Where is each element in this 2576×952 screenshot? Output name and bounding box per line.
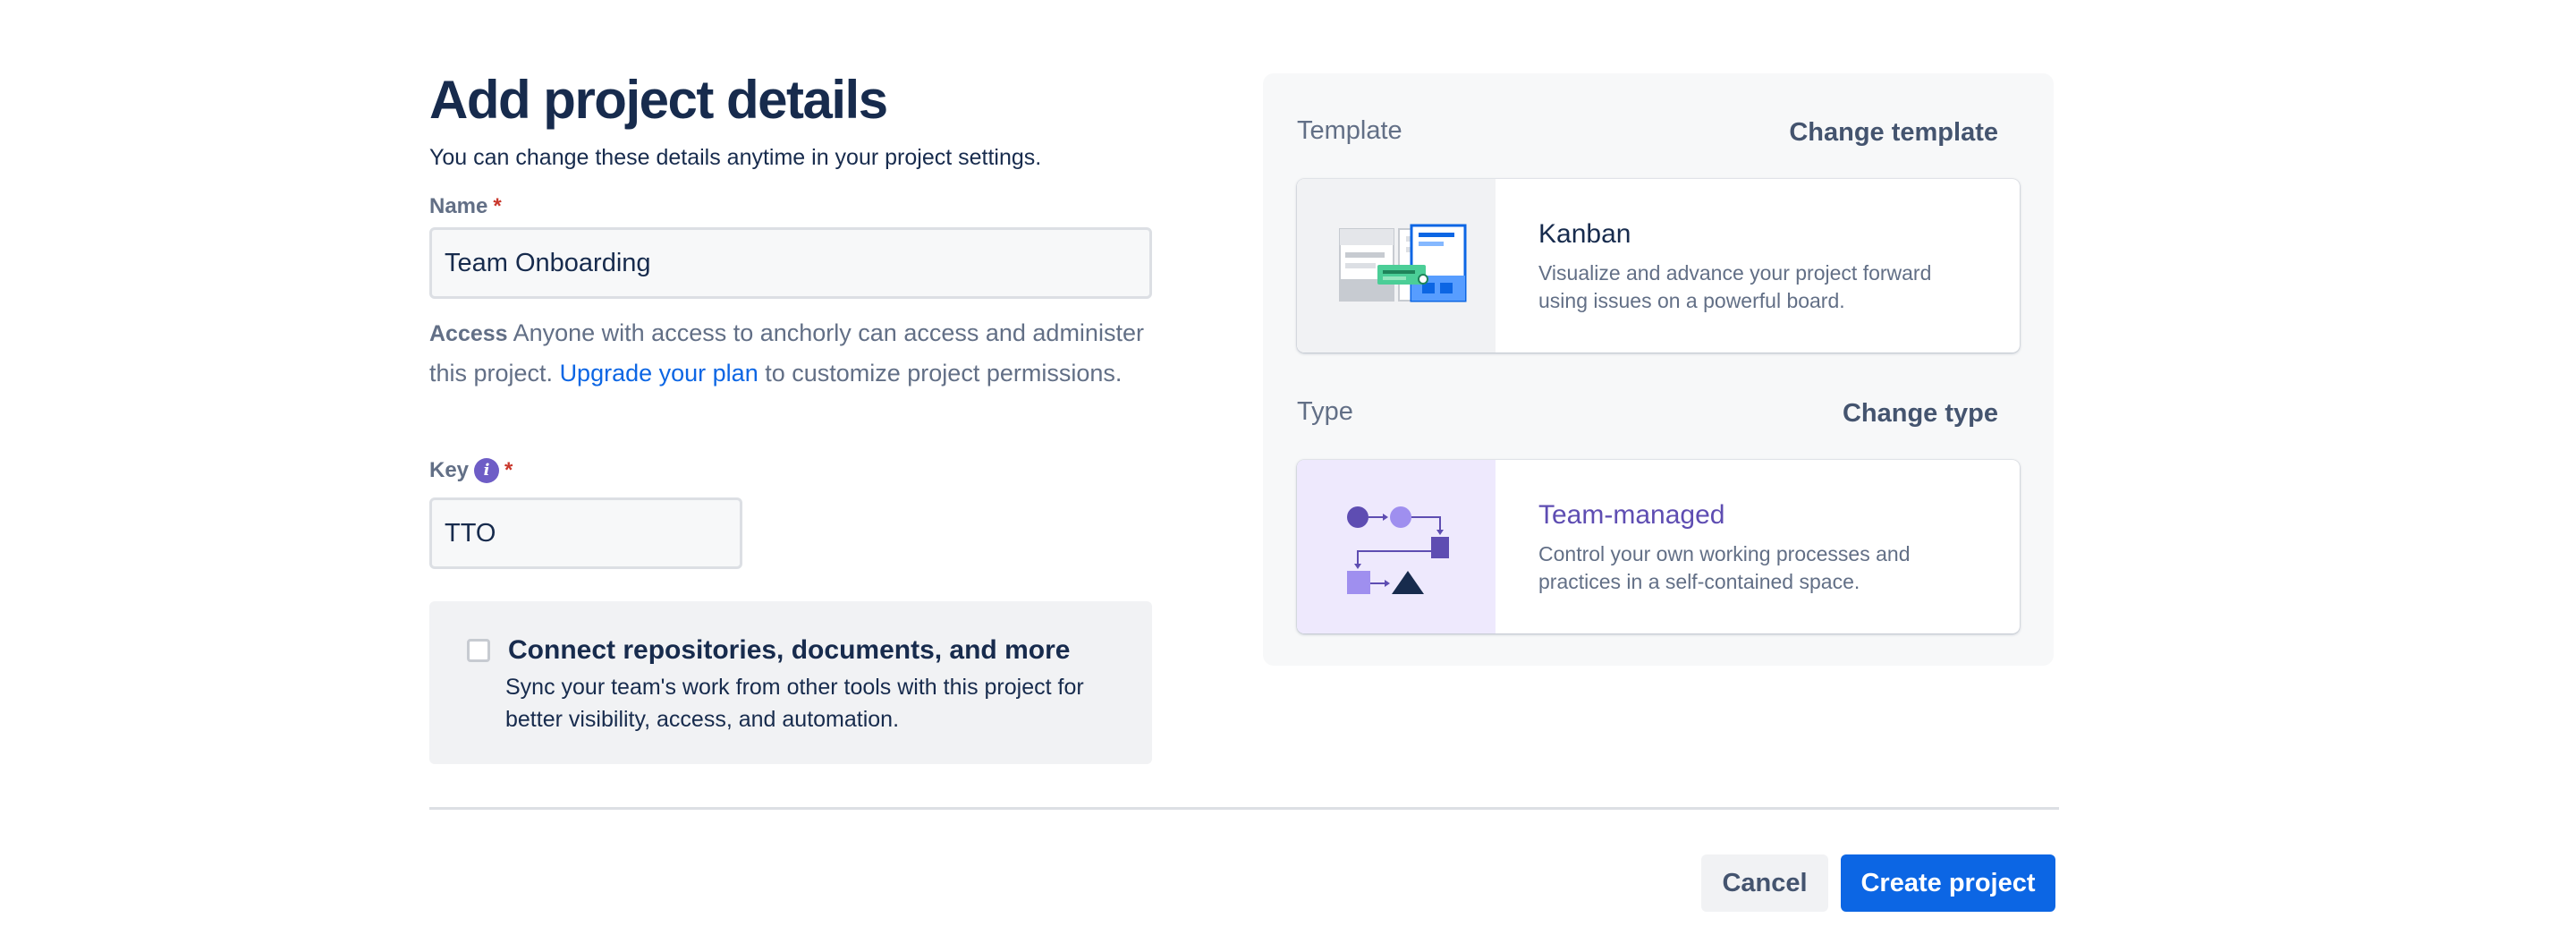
change-template-button[interactable]: Change template bbox=[1789, 116, 1998, 149]
template-name: Kanban bbox=[1538, 219, 1631, 249]
kanban-board-icon bbox=[1339, 224, 1467, 302]
key-label-text: Key bbox=[429, 458, 470, 482]
type-description: Control your own working processes and p… bbox=[1538, 542, 1911, 593]
team-managed-flow-icon bbox=[1347, 506, 1449, 594]
type-name: Team-managed bbox=[1538, 500, 1725, 530]
cancel-button[interactable]: Cancel bbox=[1701, 854, 1828, 912]
access-label: Access bbox=[429, 321, 508, 346]
access-description: Access Anyone with access to anchorly ca… bbox=[429, 313, 1163, 393]
page-subtitle: You can change these details anytime in … bbox=[429, 145, 1042, 170]
name-input[interactable] bbox=[429, 227, 1152, 299]
type-section-label: Type bbox=[1297, 397, 1353, 426]
create-project-button[interactable]: Create project bbox=[1841, 854, 2055, 912]
change-type-button[interactable]: Change type bbox=[1843, 397, 1998, 429]
required-mark: * bbox=[493, 194, 502, 218]
access-text-after: to customize project permissions. bbox=[758, 360, 1123, 387]
template-description: Visualize and advance your project forwa… bbox=[1538, 261, 1932, 312]
key-label: Key i * bbox=[429, 457, 513, 484]
name-label: Name * bbox=[429, 193, 502, 220]
template-card[interactable]: Kanban Visualize and advance your projec… bbox=[1297, 179, 2020, 353]
team-managed-thumbnail bbox=[1297, 460, 1496, 633]
footer-divider bbox=[429, 807, 2059, 810]
upgrade-plan-link[interactable]: Upgrade your plan bbox=[560, 360, 758, 387]
name-label-text: Name bbox=[429, 194, 488, 218]
connect-description: Sync your team's work from other tools w… bbox=[505, 675, 1084, 732]
info-icon[interactable]: i bbox=[474, 458, 500, 483]
connect-title[interactable]: Connect repositories, documents, and mor… bbox=[508, 633, 1070, 667]
page-title: Add project details bbox=[429, 70, 888, 130]
connect-panel: Connect repositories, documents, and mor… bbox=[429, 601, 1152, 764]
type-card[interactable]: Team-managed Control your own working pr… bbox=[1297, 460, 2020, 633]
required-mark: * bbox=[504, 458, 513, 482]
connect-checkbox[interactable] bbox=[467, 639, 490, 662]
template-section-label: Template bbox=[1297, 116, 1402, 145]
key-input[interactable] bbox=[429, 497, 742, 569]
project-summary-panel: Template Change template Kanban Visualiz… bbox=[1263, 73, 2054, 666]
kanban-thumbnail bbox=[1297, 179, 1496, 353]
